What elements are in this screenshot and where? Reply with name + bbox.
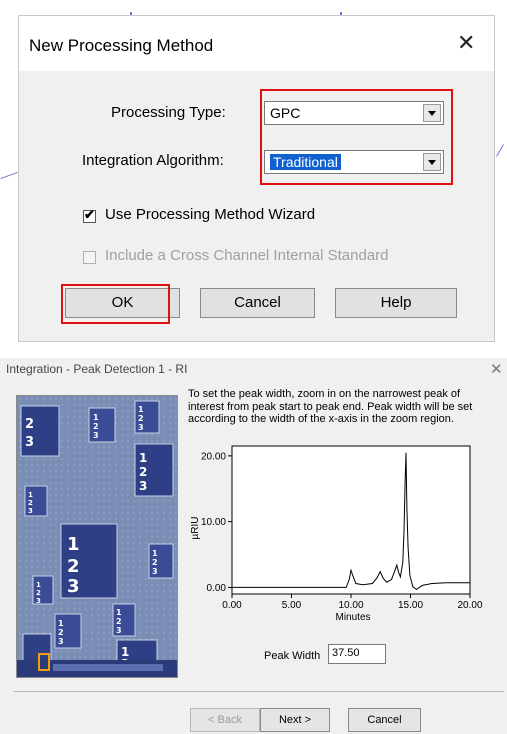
svg-text:2: 2 — [28, 499, 33, 507]
close-icon[interactable]: ✕ — [457, 32, 475, 54]
svg-text:2: 2 — [138, 414, 144, 423]
svg-text:1: 1 — [138, 405, 144, 414]
svg-text:3: 3 — [58, 637, 64, 646]
svg-text:3: 3 — [139, 479, 147, 493]
separator — [14, 691, 504, 692]
highlight-box-ok — [61, 284, 170, 324]
svg-text:1: 1 — [152, 549, 158, 558]
peak-width-input[interactable]: 37.50 — [328, 644, 386, 664]
processing-type-label: Processing Type: — [111, 104, 226, 121]
cross-channel-checkbox[interactable] — [83, 251, 96, 264]
y-tick-label: 20.00 — [201, 451, 226, 462]
cross-channel-label: Include a Cross Channel Internal Standar… — [105, 247, 389, 264]
y-tick-label: 10.00 — [201, 517, 226, 528]
svg-text:3: 3 — [152, 567, 158, 576]
integration-algorithm-label: Integration Algorithm: — [82, 152, 224, 169]
svg-text:3: 3 — [28, 507, 33, 515]
chromatogram-chart: 0.00 5.00 10.00 15.00 20.00 0.00 10.00 20.00 Mi… — [190, 445, 483, 623]
svg-text:3: 3 — [93, 431, 99, 440]
peak-width-label: Peak Width — [264, 650, 321, 662]
svg-text:1: 1 — [36, 581, 41, 589]
svg-text:1: 1 — [28, 491, 33, 499]
background-line — [496, 144, 504, 157]
svg-text:2: 2 — [139, 465, 147, 479]
x-tick-label: 0.00 — [222, 600, 242, 611]
wizard-title: Integration - Peak Detection 1 - RI — [6, 362, 188, 376]
svg-text:1: 1 — [67, 534, 80, 555]
close-icon[interactable]: ✕ — [490, 360, 503, 378]
svg-text:3: 3 — [25, 435, 34, 450]
svg-text:1: 1 — [116, 608, 122, 617]
x-tick-label: 20.00 — [457, 600, 482, 611]
peak-detection-wizard: Integration - Peak Detection 1 - RI ✕ 23… — [0, 358, 507, 734]
x-tick-label: 5.00 — [282, 600, 302, 611]
highlight-box-combos — [260, 89, 453, 185]
next-button[interactable]: Next > — [260, 708, 330, 732]
wizard-illustration: 23 123 123 123 123 123 123 123 123 123 1 — [16, 395, 178, 678]
x-tick-label: 15.00 — [398, 600, 423, 611]
svg-text:2: 2 — [36, 589, 41, 597]
x-tick-label: 10.00 — [338, 600, 363, 611]
dialog-title: New Processing Method — [29, 36, 214, 55]
svg-text:1: 1 — [139, 451, 147, 465]
svg-text:2: 2 — [67, 556, 80, 577]
wizard-instructions: To set the peak width, zoom in on the na… — [188, 388, 473, 425]
svg-text:2: 2 — [58, 628, 64, 637]
back-button[interactable]: < Back — [190, 708, 260, 732]
y-axis-label: µRIU — [190, 517, 201, 540]
svg-text:3: 3 — [67, 576, 80, 597]
svg-text:2: 2 — [152, 558, 158, 567]
svg-text:3: 3 — [138, 423, 144, 432]
dialog-titlebar: New Processing Method ✕ — [19, 16, 494, 71]
use-wizard-label[interactable]: Use Processing Method Wizard — [105, 206, 315, 223]
svg-text:1: 1 — [93, 413, 99, 422]
wizard-cancel-button[interactable]: Cancel — [348, 708, 421, 732]
use-wizard-checkbox[interactable]: ✔ — [83, 207, 96, 223]
svg-text:2: 2 — [93, 422, 99, 431]
svg-text:3: 3 — [116, 626, 122, 635]
cancel-button[interactable]: Cancel — [200, 288, 315, 318]
background-line — [0, 171, 18, 180]
checkmark-icon: ✔ — [84, 207, 95, 222]
svg-text:2: 2 — [25, 417, 34, 432]
svg-text:3: 3 — [36, 597, 41, 605]
help-button[interactable]: Help — [335, 288, 457, 318]
x-axis-label: Minutes — [335, 612, 370, 623]
new-processing-method-dialog: New Processing Method ✕ Processing Type:… — [18, 15, 495, 342]
document-pages-illustration: 23 123 123 123 123 123 123 123 123 123 1 — [17, 396, 177, 677]
svg-text:1: 1 — [58, 619, 64, 628]
y-tick-label: 0.00 — [207, 583, 227, 594]
svg-text:2: 2 — [116, 617, 122, 626]
